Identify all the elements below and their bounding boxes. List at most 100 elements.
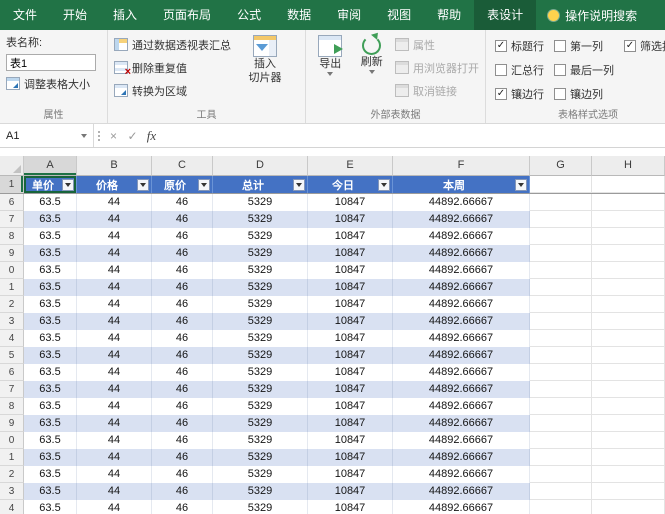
row-header[interactable]: 6	[0, 364, 24, 381]
cell[interactable]: 44	[77, 364, 152, 381]
cell[interactable]: 44	[77, 449, 152, 466]
table-header-cell[interactable]: 本周	[393, 176, 530, 193]
empty-cell[interactable]	[592, 228, 665, 245]
cell[interactable]: 44	[77, 245, 152, 262]
cell[interactable]: 10847	[308, 194, 393, 211]
filter-button[interactable]	[293, 179, 305, 191]
cell[interactable]: 46	[152, 194, 213, 211]
cell[interactable]: 46	[152, 398, 213, 415]
cell[interactable]: 10847	[308, 245, 393, 262]
cell[interactable]: 10847	[308, 262, 393, 279]
cell[interactable]: 10847	[308, 432, 393, 449]
cell[interactable]: 10847	[308, 330, 393, 347]
export-button[interactable]: 导出	[312, 34, 349, 108]
cell[interactable]: 44	[77, 279, 152, 296]
cell[interactable]: 63.5	[24, 466, 77, 483]
tab-insert[interactable]: 插入	[100, 0, 150, 30]
cell[interactable]: 46	[152, 296, 213, 313]
cell[interactable]: 5329	[213, 228, 308, 245]
first-column-checkbox[interactable]: 第一列	[554, 38, 614, 54]
cell[interactable]: 44892.66667	[393, 194, 530, 211]
cell[interactable]: 44892.66667	[393, 483, 530, 500]
cell[interactable]: 46	[152, 245, 213, 262]
row-header[interactable]: 6	[0, 194, 24, 211]
cell[interactable]: 63.5	[24, 279, 77, 296]
empty-cell[interactable]	[592, 262, 665, 279]
cell[interactable]: 10847	[308, 228, 393, 245]
insert-function-icon[interactable]: fx	[142, 124, 161, 147]
cell[interactable]: 5329	[213, 313, 308, 330]
cell[interactable]: 46	[152, 432, 213, 449]
empty-cell[interactable]	[592, 449, 665, 466]
cell[interactable]: 44	[77, 432, 152, 449]
row-header[interactable]: 2	[0, 466, 24, 483]
filter-button-checkbox[interactable]: ✓筛选按钮	[624, 38, 665, 54]
empty-cell[interactable]	[530, 313, 592, 330]
formula-bar-splitter[interactable]	[94, 124, 104, 147]
row-header[interactable]: 3	[0, 313, 24, 330]
cell[interactable]: 5329	[213, 466, 308, 483]
cell[interactable]: 5329	[213, 381, 308, 398]
cell[interactable]: 46	[152, 313, 213, 330]
row-header[interactable]: 8	[0, 398, 24, 415]
cell[interactable]: 63.5	[24, 228, 77, 245]
cell[interactable]: 10847	[308, 449, 393, 466]
cell[interactable]: 10847	[308, 483, 393, 500]
filter-button[interactable]	[137, 179, 149, 191]
row-header[interactable]: 9	[0, 415, 24, 432]
cell[interactable]: 10847	[308, 398, 393, 415]
cell[interactable]: 44892.66667	[393, 245, 530, 262]
row-header[interactable]: 0	[0, 432, 24, 449]
row-header[interactable]: 9	[0, 245, 24, 262]
empty-cell[interactable]	[592, 279, 665, 296]
cell[interactable]: 63.5	[24, 398, 77, 415]
row-header[interactable]: 8	[0, 228, 24, 245]
empty-cell[interactable]	[530, 330, 592, 347]
column-header-H[interactable]: H	[592, 156, 665, 176]
cell[interactable]: 44	[77, 500, 152, 514]
cell[interactable]: 44892.66667	[393, 466, 530, 483]
cell[interactable]: 44	[77, 296, 152, 313]
tab-table-design[interactable]: 表设计	[474, 0, 536, 30]
empty-cell[interactable]	[530, 483, 592, 500]
cell[interactable]: 5329	[213, 364, 308, 381]
empty-cell[interactable]	[530, 398, 592, 415]
table-name-input[interactable]	[6, 54, 96, 71]
cell[interactable]: 44892.66667	[393, 296, 530, 313]
cell[interactable]: 63.5	[24, 432, 77, 449]
cell[interactable]: 5329	[213, 500, 308, 514]
cell[interactable]: 5329	[213, 262, 308, 279]
empty-cell[interactable]	[530, 176, 592, 193]
cell[interactable]: 63.5	[24, 313, 77, 330]
cell[interactable]: 44	[77, 483, 152, 500]
cell[interactable]: 46	[152, 449, 213, 466]
tab-file[interactable]: 文件	[0, 0, 50, 30]
cell[interactable]: 10847	[308, 364, 393, 381]
cell[interactable]: 44892.66667	[393, 313, 530, 330]
cell[interactable]: 44	[77, 415, 152, 432]
filter-button[interactable]	[62, 179, 74, 191]
cell[interactable]: 46	[152, 347, 213, 364]
cell[interactable]: 10847	[308, 279, 393, 296]
cell[interactable]: 5329	[213, 415, 308, 432]
cell[interactable]: 10847	[308, 313, 393, 330]
cell[interactable]: 46	[152, 364, 213, 381]
empty-cell[interactable]	[592, 483, 665, 500]
cell[interactable]: 5329	[213, 245, 308, 262]
cell[interactable]: 10847	[308, 466, 393, 483]
table-header-cell[interactable]: 原价	[152, 176, 213, 193]
cell[interactable]: 10847	[308, 296, 393, 313]
cell[interactable]: 5329	[213, 432, 308, 449]
tab-data[interactable]: 数据	[274, 0, 324, 30]
empty-cell[interactable]	[592, 347, 665, 364]
tab-view[interactable]: 视图	[374, 0, 424, 30]
cell[interactable]: 5329	[213, 194, 308, 211]
table-header-cell[interactable]: 今日	[308, 176, 393, 193]
cell[interactable]: 44	[77, 381, 152, 398]
empty-cell[interactable]	[592, 211, 665, 228]
cell[interactable]: 46	[152, 279, 213, 296]
cell[interactable]: 44892.66667	[393, 211, 530, 228]
column-header-A[interactable]: A	[24, 156, 77, 176]
tab-help[interactable]: 帮助	[424, 0, 474, 30]
filter-button[interactable]	[198, 179, 210, 191]
